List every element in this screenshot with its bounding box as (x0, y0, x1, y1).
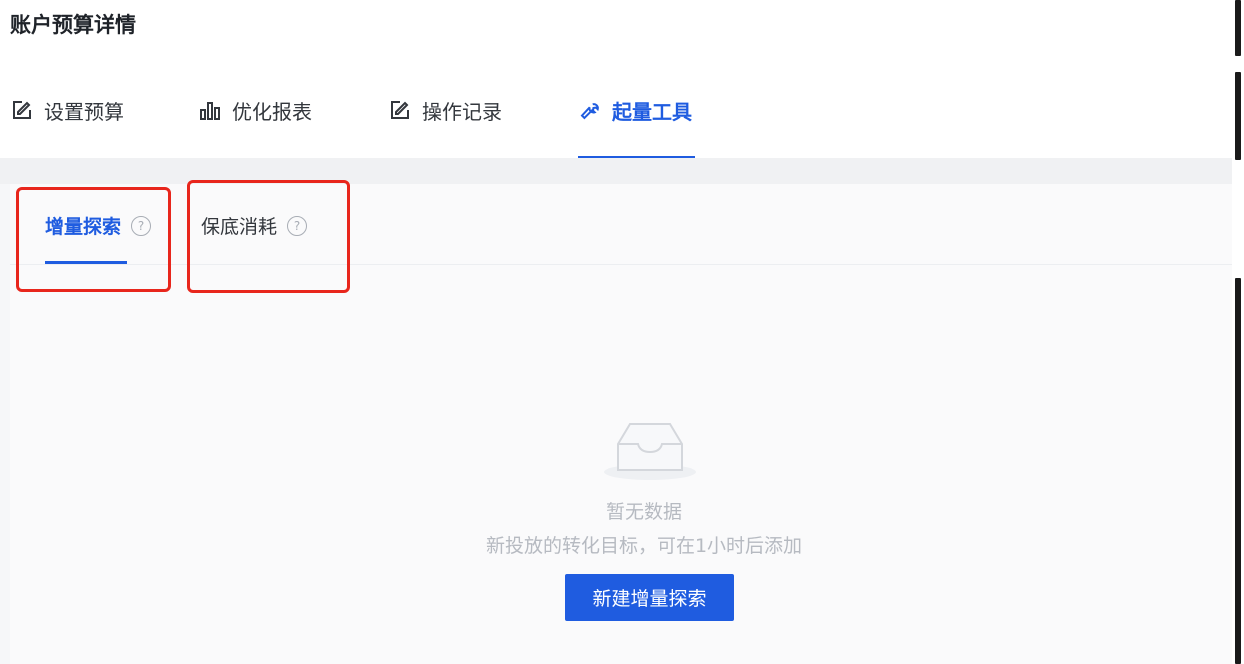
empty-inbox-icon (604, 423, 696, 480)
tab-set-budget[interactable]: 设置预算 (10, 62, 124, 158)
tab-label: 操作记录 (422, 99, 502, 124)
tab-boost-tools[interactable]: 起量工具 (578, 62, 692, 158)
tab-label: 优化报表 (232, 99, 312, 124)
tab-optimization-report[interactable]: 优化报表 (198, 62, 312, 158)
highlight-box (16, 187, 171, 292)
page-title: 账户预算详情 (10, 13, 136, 37)
edit-icon (13, 101, 31, 119)
page-header: 账户预算详情 (0, 0, 1232, 63)
main-tabs: 设置预算 优化报表 操作记录 起量工具 (0, 62, 1232, 159)
tab-label: 起量工具 (612, 99, 692, 124)
create-incremental-explore-button[interactable]: 新建增量探索 (565, 574, 734, 621)
content-divider (0, 158, 1232, 184)
empty-subtitle: 新投放的转化目标，可在1小时后添加 (485, 535, 803, 557)
empty-title: 暂无数据 (605, 501, 682, 523)
wrench-icon (580, 103, 599, 120)
tab-label: 设置预算 (44, 99, 124, 124)
scrollbar-thumb[interactable] (1235, 278, 1241, 664)
bar-chart-icon (200, 102, 220, 120)
highlight-box (187, 180, 350, 293)
tab-operation-log[interactable]: 操作记录 (388, 62, 502, 158)
edit-icon (391, 101, 409, 119)
scrollbar-thumb[interactable] (1235, 72, 1241, 160)
scrollbar-thumb[interactable] (1235, 0, 1241, 56)
